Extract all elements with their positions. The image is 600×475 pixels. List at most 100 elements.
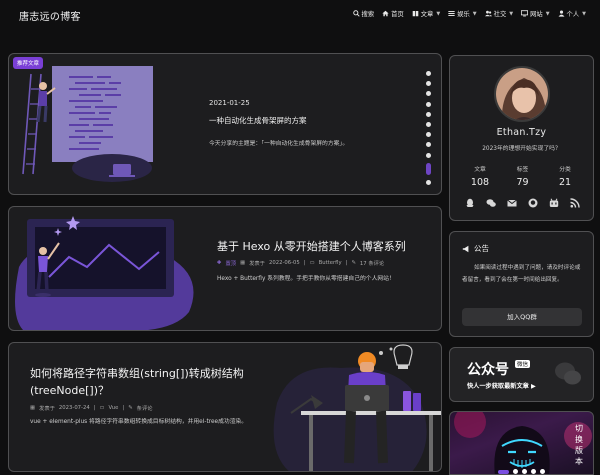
stat-articles[interactable]: 文章 108: [460, 164, 500, 188]
post-comments[interactable]: 17 条评论: [360, 259, 384, 267]
banner-dot-active[interactable]: [498, 469, 509, 474]
post-meta: ✚ 置顶 ▦ 发表于 2022-06-05 | ▭ Butterfly | ✎ …: [217, 259, 384, 267]
comment-icon: ✎: [128, 405, 133, 411]
carousel-dot[interactable]: [426, 152, 431, 158]
featured-post-title[interactable]: 一种自动化生成骨架屏的方案: [209, 115, 307, 126]
banner-dot[interactable]: [513, 469, 518, 474]
featured-post-date: 2021-01-25: [209, 99, 250, 107]
stat-categories[interactable]: 分类 21: [545, 164, 585, 188]
carousel-dot[interactable]: [426, 179, 431, 185]
neon-mask-image: [454, 412, 592, 474]
folder-icon: ▭: [309, 260, 315, 266]
post-comments[interactable]: 条评论: [137, 404, 153, 412]
chevron-down-icon: ▼: [545, 10, 550, 17]
published-prefix: 发表于: [39, 406, 55, 412]
bullhorn-icon: [462, 245, 469, 252]
stat-value: 108: [470, 177, 490, 188]
post-category[interactable]: Butterfly: [319, 260, 342, 266]
nav-search-label: 搜索: [361, 11, 375, 18]
wechat-icon[interactable]: [486, 198, 496, 208]
search-icon: [352, 10, 360, 17]
nav-home[interactable]: 首页: [382, 9, 404, 18]
pin-icon: ✚: [217, 260, 222, 266]
post-card-hexo[interactable]: 基于 Hexo 从零开始搭建个人博客系列 ✚ 置顶 ▦ 发表于 2022-06-…: [8, 206, 442, 331]
carousel-dot[interactable]: [426, 121, 431, 127]
post-category[interactable]: Vue: [109, 405, 119, 411]
join-qq-group-button[interactable]: 加入QQ群: [462, 308, 582, 326]
top-navbar: 唐志远の博客 搜索 首页 文章 ▼ 娱乐 ▼ 社交 ▼ 网站 ▼ 个人 ▼: [0, 0, 600, 30]
post-meta: ▦ 发表于 2023-07-24 | ▭ Vue | ✎ 条评论: [30, 404, 153, 412]
nav-sites-label: 网站: [530, 11, 543, 18]
separator: |: [345, 260, 348, 266]
carousel-dot[interactable]: [426, 142, 431, 148]
pinned-label: 置顶: [225, 261, 237, 267]
author-subtitle: 2023年的理想开始实现了吗？: [482, 146, 561, 152]
qq-icon[interactable]: [465, 198, 475, 208]
banner-pagination: [498, 469, 545, 474]
folder-icon: ▭: [99, 405, 105, 411]
home-icon: [382, 10, 389, 17]
featured-post-card[interactable]: 推荐文章 2021-01-25 一种自动化生成骨架屏的方案 今天分享的主题是：「…: [8, 53, 442, 195]
carousel-dot[interactable]: [426, 101, 431, 107]
nav-articles[interactable]: 文章 ▼: [412, 9, 440, 18]
stat-label: 标签: [516, 167, 529, 173]
carousel-pagination: [426, 71, 432, 190]
separator: |: [303, 260, 306, 266]
comment-icon: ✎: [351, 260, 356, 266]
announcement-title: 公告: [474, 244, 489, 253]
nav-personal-label: 个人: [566, 11, 580, 18]
book-icon: [412, 11, 419, 17]
chevron-down-icon: ▼: [509, 10, 514, 17]
post-card-tree[interactable]: 如何将路径字符串数组(string[])转成树结构(treeNode[])？ ▦…: [8, 342, 442, 472]
post-title[interactable]: 如何将路径字符串数组(string[])转成树结构(treeNode[])？: [30, 365, 260, 399]
featured-post-desc: 今天分享的主题是：「一种自动化生成骨架屏的方案」。: [209, 141, 349, 147]
rss-icon[interactable]: [570, 198, 580, 208]
post-title[interactable]: 基于 Hexo 从零开始搭建个人博客系列: [217, 238, 406, 254]
site-brand[interactable]: 唐志远の博客: [19, 8, 81, 23]
stat-label: 文章: [474, 167, 486, 173]
carousel-dot[interactable]: [426, 71, 431, 76]
banner-dot[interactable]: [522, 469, 527, 474]
wechat-official-account-card[interactable]: 公众号 微信 快人一步获取最新文章 ▶: [449, 347, 594, 402]
social-links: [465, 198, 580, 208]
separator: |: [93, 405, 96, 411]
carousel-dot[interactable]: [426, 111, 431, 117]
mail-icon[interactable]: [507, 198, 517, 208]
list-icon: [448, 11, 455, 16]
user-icon: [558, 10, 564, 17]
nav-articles-label: 文章: [420, 11, 434, 18]
stat-tags[interactable]: 标签 79: [503, 164, 543, 188]
wechat-badge: 微信: [515, 360, 531, 368]
banner-dot[interactable]: [531, 469, 536, 474]
nav-personal[interactable]: 个人 ▼: [558, 9, 586, 18]
nav-search[interactable]: 搜索: [352, 9, 375, 18]
post-desc: Hexo + Butterfly 系列教程。手把手教你从零搭建自己的个人网站！: [217, 276, 395, 282]
nav-social[interactable]: 社交 ▼: [484, 9, 514, 18]
carousel-dot[interactable]: [426, 81, 431, 87]
monitor-icon: [521, 10, 529, 17]
stat-value: 21: [558, 177, 572, 188]
github-icon[interactable]: [528, 198, 538, 208]
developer-illustration: [273, 344, 441, 471]
post-date: 2022-06-05: [268, 260, 300, 266]
published-prefix: 发表于: [249, 261, 265, 267]
wechat-subtitle: 快人一步获取最新文章 ▶: [467, 383, 536, 390]
nav-entertainment[interactable]: 娱乐 ▼: [448, 9, 477, 18]
wechat-icon: [555, 362, 581, 385]
switch-version-banner[interactable]: 切换版本: [449, 411, 594, 475]
post-desc: vue + element-plus 将路径字符串数组转换成目标树结构，并用el…: [30, 419, 248, 425]
calendar-icon: ▦: [240, 260, 246, 266]
stat-label: 分类: [559, 167, 571, 173]
bilibili-icon[interactable]: [549, 198, 559, 208]
banner-dot[interactable]: [540, 469, 545, 474]
avatar[interactable]: [494, 66, 550, 122]
carousel-dot-active[interactable]: [426, 162, 431, 175]
nav-menu: 搜索 首页 文章 ▼ 娱乐 ▼ 社交 ▼ 网站 ▼ 个人 ▼: [352, 9, 586, 18]
nav-entertainment-label: 娱乐: [457, 11, 470, 18]
switch-version-text: 切换版本: [575, 424, 583, 466]
nav-home-label: 首页: [391, 11, 404, 18]
carousel-dot[interactable]: [426, 91, 431, 97]
nav-sites[interactable]: 网站 ▼: [521, 9, 550, 18]
carousel-dot[interactable]: [426, 132, 431, 138]
calendar-icon: ▦: [30, 405, 36, 411]
